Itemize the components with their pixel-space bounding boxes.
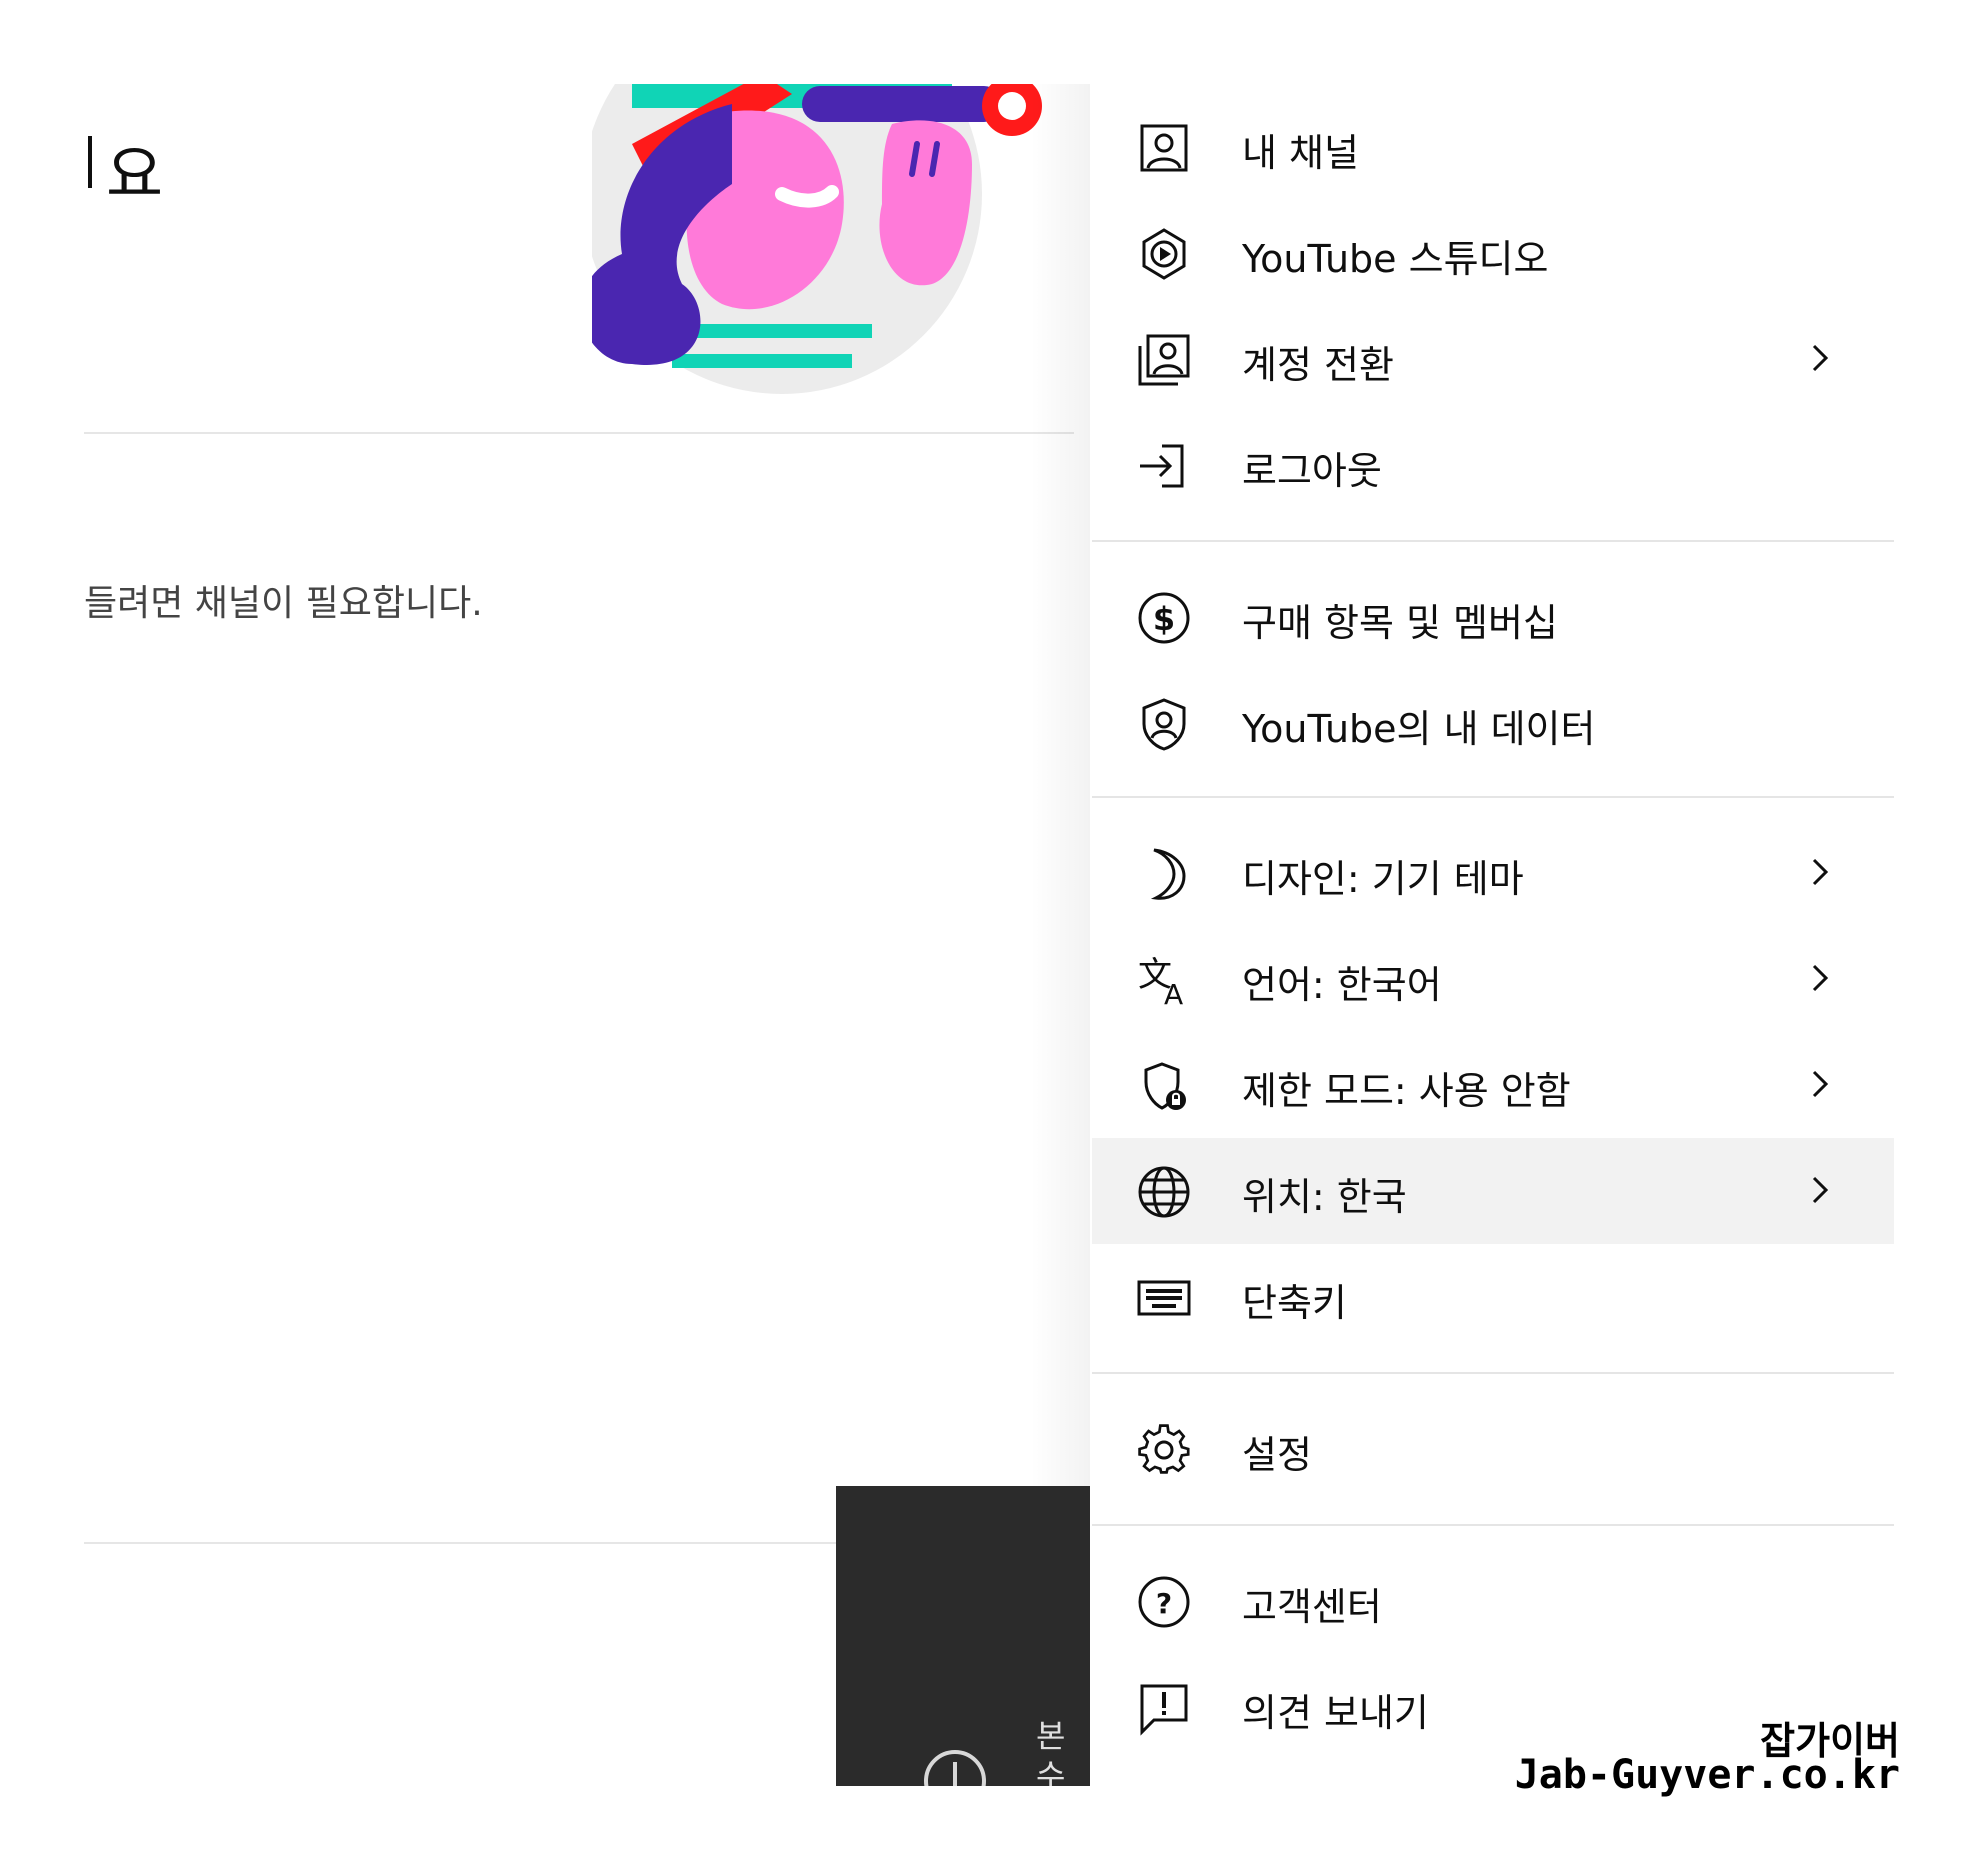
info-icon [924,1750,986,1786]
svg-text:A: A [1164,978,1183,1008]
menu-item-your-data[interactable]: YouTube의 내 데이터 [1092,670,1894,776]
account-menu: 내 채널 YouTube 스튜디오 계정 전환 로그아웃 $ 구매 항목 및 멤… [1092,84,1894,1784]
toast-notification: 본수 [836,1486,1090,1786]
menu-item-label: YouTube 스튜디오 [1242,237,1549,281]
menu-item-label: YouTube의 내 데이터 [1242,707,1596,751]
help-icon: ? [1136,1574,1192,1630]
chevron-right-icon [1800,1064,1840,1104]
menu-divider [1092,1372,1894,1374]
menu-item-restricted-mode[interactable]: 제한 모드: 사용 안함 [1092,1032,1894,1138]
menu-item-label: 디자인: 기기 테마 [1242,857,1524,901]
menu-item-keyboard-shortcuts[interactable]: 단축키 [1092,1244,1894,1350]
menu-item-label: 설정 [1242,1433,1312,1477]
sign-out-icon [1136,438,1192,494]
menu-item-youtube-studio[interactable]: YouTube 스튜디오 [1092,200,1894,306]
globe-icon [1136,1164,1192,1220]
shield-person-icon [1136,696,1192,752]
menu-item-my-channel[interactable]: 내 채널 [1092,94,1894,200]
menu-divider [1092,1524,1894,1526]
menu-item-label: 고객센터 [1242,1585,1382,1629]
account-box-icon [1136,120,1192,176]
watermark: 잡가이버 Jab-Guyver.co.kr [1480,1710,1900,1800]
chevron-right-icon [1800,958,1840,998]
menu-item-language[interactable]: 文A 언어: 한국어 [1092,926,1894,1032]
keyboard-icon [1136,1270,1192,1326]
gear-icon [1136,1422,1192,1478]
menu-item-purchases-memberships[interactable]: $ 구매 항목 및 멤버십 [1092,564,1894,670]
menu-item-label: 구매 항목 및 멤버십 [1242,601,1558,645]
svg-text:$: $ [1153,600,1175,638]
menu-item-sign-out[interactable]: 로그아웃 [1092,412,1894,518]
moon-icon [1136,846,1192,902]
menu-item-settings[interactable]: 설정 [1092,1396,1894,1502]
menu-divider [1092,796,1894,798]
feedback-icon [1136,1680,1192,1736]
menu-divider [1092,540,1894,542]
section-divider [84,1542,844,1544]
studio-icon [1136,226,1192,282]
svg-text:?: ? [1156,1587,1172,1620]
chevron-right-icon [1800,1170,1840,1210]
menu-item-label: 단축키 [1242,1281,1347,1325]
menu-item-label: 제한 모드: 사용 안함 [1242,1069,1571,1113]
menu-item-switch-account[interactable]: 계정 전환 [1092,306,1894,412]
menu-item-label: 내 채널 [1242,131,1359,175]
watermark-url: Jab-Guyver.co.kr [1514,1752,1900,1798]
chevron-right-icon [1800,852,1840,892]
switch-account-icon [1136,332,1192,388]
menu-item-label: 로그아웃 [1242,449,1382,493]
dollar-icon: $ [1136,590,1192,646]
menu-item-label: 언어: 한국어 [1242,963,1442,1007]
translate-icon: 文A [1136,952,1192,1008]
menu-item-help[interactable]: ? 고객센터 [1092,1548,1894,1654]
channel-required-note: 들려면 채널이 필요합니다. [84,583,483,624]
page-heading-fragment: 요 [84,124,165,214]
menu-item-label: 위치: 한국 [1242,1175,1407,1219]
chevron-right-icon [1800,338,1840,378]
toast-text: 본수 [1036,1717,1066,1786]
menu-item-label: 계정 전환 [1242,343,1394,387]
section-divider [84,432,1074,434]
restricted-shield-icon [1136,1058,1192,1114]
menu-item-location[interactable]: 위치: 한국 [1092,1138,1894,1244]
menu-item-label: 의견 보내기 [1242,1691,1429,1735]
menu-item-appearance[interactable]: 디자인: 기기 테마 [1092,820,1894,926]
